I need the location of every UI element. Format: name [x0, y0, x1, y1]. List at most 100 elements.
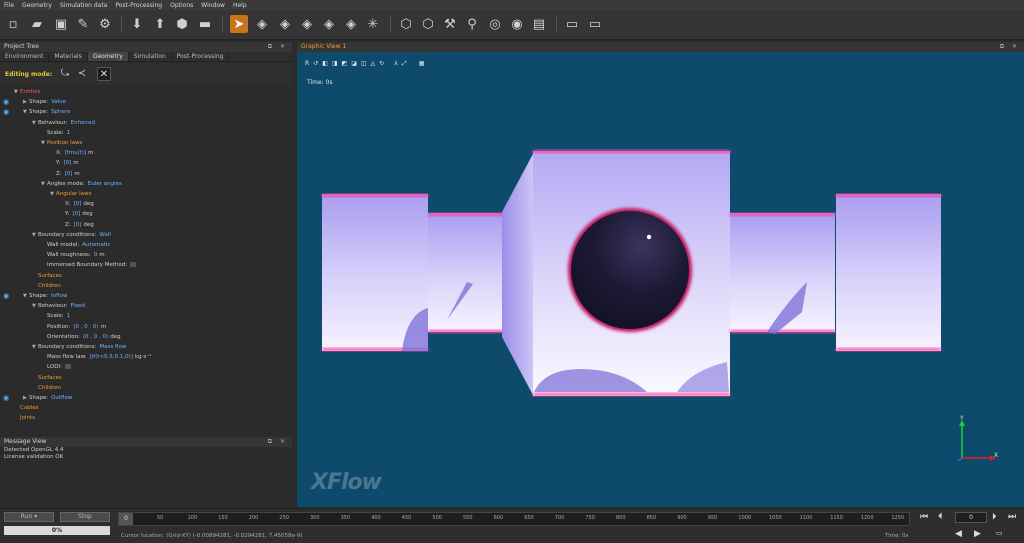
cube-ortho-icon[interactable]: ⬡ — [419, 15, 437, 33]
tree-row[interactable]: Immersed Boundary Method: — [41, 261, 137, 270]
stop-button[interactable]: Stop — [60, 512, 110, 522]
open-folder-icon[interactable]: ▰ — [28, 15, 46, 33]
box-scale-icon[interactable]: ◈ — [320, 15, 338, 33]
visibility-eye-icon[interactable]: ◉ — [3, 108, 10, 117]
step-forward-icon[interactable]: ⏵ — [992, 512, 997, 522]
tree-row[interactable]: ▼ Boundary conditions: Mass flow — [32, 343, 126, 352]
geometry-box-icon[interactable]: ⬢ — [173, 15, 191, 33]
frame-input[interactable]: 0 — [955, 512, 987, 523]
tree-row[interactable]: Surfaces — [32, 272, 62, 281]
tab-geometry[interactable]: Geometry — [87, 52, 129, 61]
visibility-eye-icon[interactable]: ◉ — [3, 292, 10, 301]
tree-row-value[interactable]: Inflow — [51, 293, 67, 299]
tree-row[interactable]: Z: [0] m — [50, 170, 80, 179]
play-forward-icon[interactable]: ▶ — [974, 529, 981, 539]
step-back-icon[interactable]: ⏴ — [938, 512, 943, 522]
tree-row[interactable]: ▼ Behaviour: Fixed — [32, 302, 85, 311]
box-add-icon[interactable]: ◈ — [253, 15, 271, 33]
tree-row-value[interactable]: 0 — [94, 252, 98, 258]
tree-row[interactable]: ▼ Entities — [14, 88, 41, 97]
tree-row-value[interactable]: Sphere — [51, 109, 70, 115]
tree-row-value[interactable]: 1 — [67, 313, 71, 319]
tree-row-value[interactable]: (0 , 0 , 0) — [83, 334, 108, 340]
tree-row-value[interactable]: [fmu(t)] — [65, 150, 87, 156]
tree-row[interactable]: ▼ Behaviour: Enforced — [32, 119, 95, 128]
tree-row[interactable]: ▼ Shape: Sphere — [23, 108, 70, 117]
save-icon[interactable]: ▣ — [52, 15, 70, 33]
window-layout-icon[interactable]: ▭ — [586, 15, 604, 33]
tree-row[interactable]: ▼ Boundary conditions: Wall — [32, 231, 111, 240]
skip-to-start-icon[interactable]: ⏮ — [920, 512, 928, 522]
skip-to-end-icon[interactable]: ⏭ — [1008, 512, 1016, 522]
edit-link-icon[interactable]: ⤿ — [58, 67, 72, 81]
tree-row-value[interactable]: Outflow — [51, 395, 72, 401]
target-icon[interactable]: ◎ — [486, 15, 504, 33]
tab-environment[interactable]: Environment — [0, 52, 50, 61]
menu-item-post-processing[interactable]: Post-Processing — [115, 2, 162, 9]
menu-item-file[interactable]: File — [4, 2, 14, 9]
export-icon[interactable]: ⬆ — [151, 15, 169, 33]
tree-row[interactable]: Y: [0] m — [50, 159, 79, 168]
menu-item-options[interactable]: Options — [170, 2, 193, 9]
tree-row-value[interactable]: Automatic — [82, 242, 110, 248]
tree-row[interactable]: Children — [32, 282, 61, 291]
new-file-icon[interactable]: ▫ — [4, 15, 22, 33]
tree-row-value[interactable]: [0] — [74, 201, 82, 207]
tree-row-value[interactable]: 1 — [67, 130, 71, 136]
cube-view-icon[interactable]: ⬡ — [397, 15, 415, 33]
tab-simulation[interactable]: Simulation — [129, 52, 172, 61]
tab-materials[interactable]: Materials — [49, 52, 88, 61]
tree-row[interactable]: Position: (0 , 0 , 0) m — [41, 323, 106, 332]
panel-float-close-icon[interactable]: ⧉ ✕ — [268, 42, 288, 52]
menu-item-geometry[interactable]: Geometry — [22, 2, 52, 9]
tree-row[interactable]: ▼ Shape: Inflow — [23, 292, 68, 301]
tree-row-value[interactable]: [0] — [63, 160, 71, 166]
tree-row[interactable]: Joints — [14, 414, 35, 423]
menu-item-help[interactable]: Help — [233, 2, 247, 9]
tree-row[interactable]: ▶ Shape: Valve — [23, 98, 66, 107]
tree-row-value[interactable]: Fixed — [71, 303, 85, 309]
play-backward-icon[interactable]: ◀ — [955, 529, 962, 539]
menu-item-simulation-data[interactable]: Simulation data — [60, 2, 107, 9]
tree-row[interactable]: X: [fmu(t)] m — [50, 149, 94, 158]
tree-row-value[interactable]: Wall — [99, 232, 111, 238]
rings-icon[interactable]: ◉ — [508, 15, 526, 33]
ruler-icon[interactable]: ▬ — [196, 15, 214, 33]
tree-row-checkbox[interactable] — [130, 262, 137, 268]
run-button[interactable]: Run ▾ — [4, 512, 54, 522]
graphic-view-canvas[interactable]: R ↺ ◧ ◨ ◩ ◪ ◫ ◬ ↻ ⅄ ⤢ ▦ Time: 0s XFlow Y… — [297, 52, 1024, 507]
screenshot-icon[interactable]: ▭ — [563, 15, 581, 33]
menu-item-window[interactable]: Window — [201, 2, 225, 9]
timeline-slider[interactable]: 0 50 100 150 200 250 300 350 400 450 500 550 600 650… — [118, 512, 910, 526]
edit-icon[interactable]: ✎ — [74, 15, 92, 33]
visibility-eye-icon[interactable]: ◉ — [3, 98, 10, 107]
tree-row[interactable]: Scale: 1 — [41, 129, 70, 138]
tree-row[interactable]: Z: [0] deg — [59, 221, 94, 230]
tree-row[interactable]: X: [0] deg — [59, 200, 94, 209]
tree-row[interactable]: ▼ Angles mode: Euler angles — [41, 180, 122, 189]
clapperboard-icon[interactable]: ▤ — [530, 15, 548, 33]
tree-row[interactable]: ▼ Angular laws — [50, 190, 91, 199]
tree-row[interactable]: Cables — [14, 404, 38, 413]
tree-row[interactable]: Y: [0] deg — [59, 210, 93, 219]
tab-post-processing[interactable]: Post-Processing — [172, 52, 230, 61]
select-arrow-icon[interactable]: ➤ — [230, 15, 248, 33]
box-move-icon[interactable]: ◈ — [276, 15, 294, 33]
tree-row-value[interactable]: [if(t<0.5,0.1,0)] — [90, 354, 133, 360]
tree-row[interactable]: Wall roughness: 0 m — [41, 251, 105, 260]
tree-row[interactable]: LODI: — [41, 363, 71, 372]
tree-row-value[interactable]: (0 , 0 , 0) — [73, 324, 98, 330]
graphic-float-close-icon[interactable]: ⧉ ✕ — [1000, 42, 1020, 52]
tree-row-value[interactable]: Enforced — [71, 120, 95, 126]
box-rotate-icon[interactable]: ◈ — [298, 15, 316, 33]
tree-row-value[interactable]: Euler angles — [88, 181, 122, 187]
timeline-start-marker[interactable]: 0 — [119, 513, 133, 525]
tree-row[interactable]: ▶ Shape: Outflow — [23, 394, 72, 403]
tree-row-value[interactable]: [0] — [72, 211, 80, 217]
tree-row[interactable]: Mass flow law: [if(t<0.5,0.1,0)] kg·s⁻¹ — [41, 353, 151, 362]
tree-row-checkbox[interactable] — [64, 364, 71, 370]
box-pivot-icon[interactable]: ◈ — [342, 15, 360, 33]
tree-row-value[interactable]: Valve — [51, 99, 66, 105]
message-float-close-icon[interactable]: ⧉ ✕ — [268, 437, 288, 447]
tree-row-value[interactable]: [0] — [74, 222, 82, 228]
